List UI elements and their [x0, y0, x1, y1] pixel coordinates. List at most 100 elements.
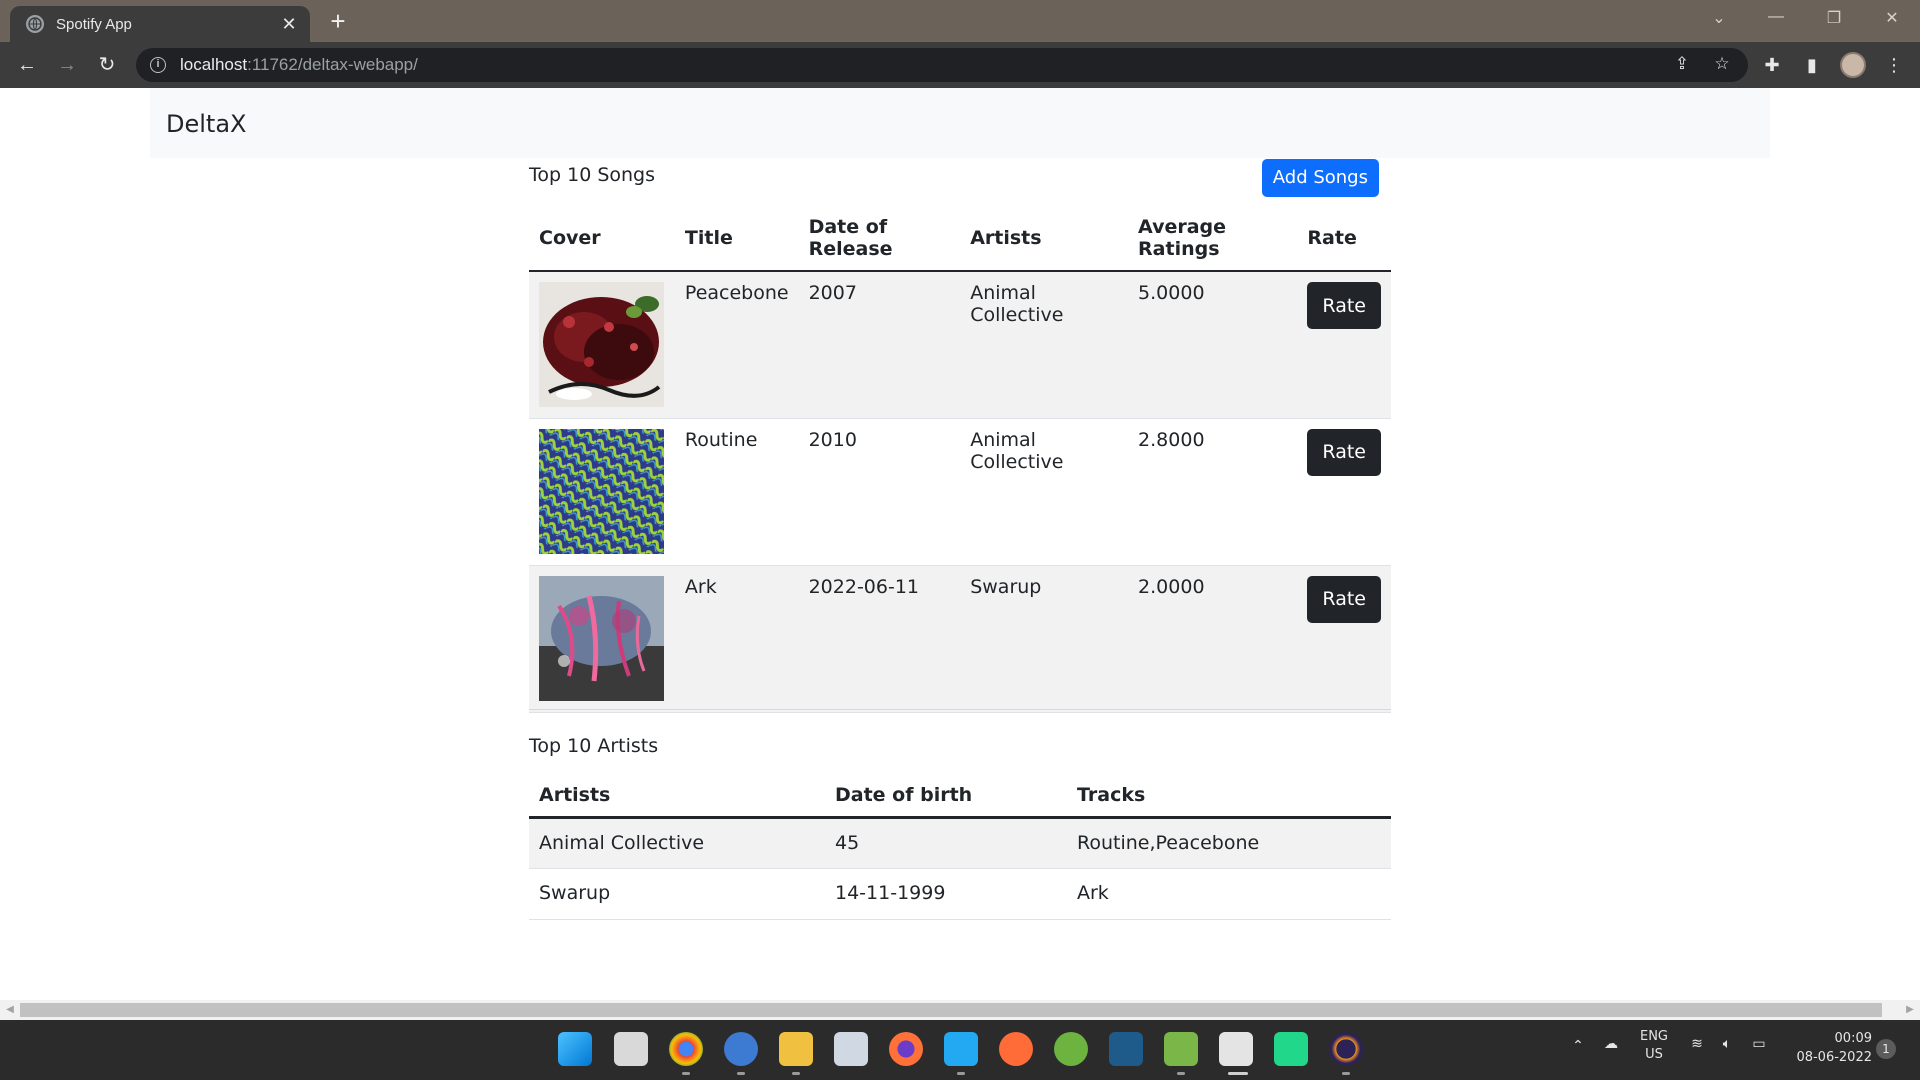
new-tab-icon[interactable]: + — [326, 8, 350, 34]
column-header: Average Ratings — [1138, 216, 1227, 260]
table-row: Animal Collective 45 Routine,Peacebone — [529, 817, 1391, 869]
firefox-icon[interactable] — [889, 1032, 923, 1066]
tab-title: Spotify App — [56, 15, 132, 33]
artist-dob: 45 — [835, 832, 860, 854]
bookmark-star-icon[interactable]: ☆ — [1710, 52, 1734, 76]
battery-icon[interactable]: ▭ — [1748, 1036, 1770, 1052]
song-artists: Animal Collective — [970, 428, 1064, 473]
url-host: localhost — [180, 55, 248, 74]
notepad-plus-icon[interactable] — [1164, 1032, 1198, 1066]
column-header: Rate — [1307, 227, 1357, 249]
share-icon[interactable]: ⇪ — [1670, 52, 1694, 76]
scroll-right-icon[interactable]: ▶ — [1902, 1003, 1918, 1017]
artist-name: Swarup — [539, 882, 611, 904]
song-artists: Animal Collective — [970, 282, 1064, 326]
rate-cell: Rate — [1297, 271, 1391, 418]
browser-tab-strip: Spotify App ✕ + ⌄ — ❐ ✕ — [0, 0, 1920, 42]
artists-section-title: Top 10 Artists — [529, 735, 659, 757]
windows-taskbar: ⌃ ☁ ENG US ≋ 🔈︎ ▭ 00:09 08-06-2022 1 — [0, 1020, 1920, 1080]
close-tab-icon[interactable]: ✕ — [280, 15, 298, 33]
rate-cell: Rate — [1297, 565, 1391, 712]
more-menu-icon[interactable]: ⋮ — [1882, 53, 1906, 77]
forward-icon[interactable]: → — [55, 53, 79, 77]
vscode-icon[interactable] — [944, 1032, 978, 1066]
chevron-down-icon[interactable]: ⌄ — [1707, 8, 1731, 32]
column-header: Date of birth — [835, 784, 973, 806]
pycharm-icon[interactable] — [1274, 1032, 1308, 1066]
windows-start-icon[interactable] — [558, 1032, 592, 1066]
add-songs-button[interactable]: Add Songs — [1261, 159, 1379, 197]
notification-badge[interactable]: 1 — [1876, 1039, 1896, 1059]
close-window-icon[interactable]: ✕ — [1880, 8, 1904, 32]
globe-icon — [26, 15, 44, 33]
song-release: 2022-06-11 — [808, 575, 920, 598]
songs-header-row: Cover Title Date of Release Artists Aver… — [529, 204, 1391, 271]
spring-tools-icon[interactable] — [1054, 1032, 1088, 1066]
table-row: Peacebone 2007 Animal Collective 5.0000 … — [529, 271, 1391, 418]
eclipse-icon[interactable] — [1329, 1032, 1363, 1066]
artist-tracks: Routine,Peacebone — [1077, 832, 1260, 854]
language-indicator[interactable]: ENG US — [1636, 1028, 1672, 1064]
url-path: :11762/deltax-webapp/ — [247, 55, 418, 74]
date-text: 08-06-2022 — [1796, 1050, 1872, 1065]
song-release: 2007 — [808, 282, 857, 304]
rate-cell: Rate — [1297, 418, 1391, 565]
task-view-icon[interactable] — [614, 1032, 648, 1066]
side-panel-icon[interactable]: ▮ — [1800, 53, 1824, 77]
artists-table: Artists Date of birth Tracks Animal Coll… — [529, 772, 1391, 920]
album-cover-image — [539, 428, 664, 554]
artist-tracks: Ark — [1077, 882, 1109, 904]
database-icon[interactable] — [834, 1032, 868, 1066]
minimize-icon[interactable]: — — [1764, 8, 1788, 32]
profile-avatar[interactable] — [1840, 52, 1866, 78]
snipping-tool-icon[interactable] — [1219, 1032, 1253, 1066]
section-divider — [529, 709, 1391, 710]
region-code: US — [1645, 1047, 1663, 1062]
file-explorer-icon[interactable] — [779, 1032, 813, 1066]
reload-icon[interactable]: ↻ — [95, 53, 119, 77]
chrome-icon[interactable] — [669, 1032, 703, 1066]
clock[interactable]: 00:09 08-06-2022 — [1782, 1029, 1872, 1067]
cloud-icon[interactable]: ☁ — [1600, 1036, 1622, 1052]
rate-button[interactable]: Rate — [1307, 282, 1381, 329]
column-header: Title — [684, 227, 733, 249]
postman-icon[interactable] — [999, 1032, 1033, 1066]
song-rating: 2.8000 — [1138, 428, 1205, 451]
qbittorrent-icon[interactable] — [724, 1032, 758, 1066]
song-title: Ark — [684, 575, 717, 598]
song-title: Routine — [684, 428, 758, 451]
column-header: Tracks — [1077, 784, 1146, 806]
volume-icon[interactable]: 🔈︎ — [1716, 1036, 1738, 1052]
song-artists: Swarup — [970, 575, 1042, 598]
scrollbar-thumb[interactable] — [20, 1003, 1882, 1017]
back-icon[interactable]: ← — [15, 53, 39, 77]
song-title: Peacebone — [684, 282, 789, 304]
rate-button[interactable]: Rate — [1307, 428, 1381, 476]
extensions-icon[interactable]: ✚ — [1760, 53, 1784, 77]
cover-cell — [529, 565, 675, 712]
rate-button[interactable]: Rate — [1307, 575, 1381, 623]
language-code: ENG — [1639, 1029, 1668, 1044]
address-bar[interactable]: i localhost:11762/deltax-webapp/ — [136, 48, 1748, 82]
site-info-icon[interactable]: i — [150, 57, 166, 73]
running-indicator — [1342, 1072, 1350, 1075]
song-rating: 2.0000 — [1138, 575, 1205, 598]
table-row: Swarup 14-11-1999 Ark — [529, 869, 1391, 920]
songs-table: Cover Title Date of Release Artists Aver… — [529, 204, 1391, 713]
album-cover-image — [539, 575, 664, 701]
scroll-left-icon[interactable]: ◀ — [2, 1003, 18, 1017]
column-header: Cover — [539, 227, 601, 249]
table-row: Ark 2022-06-11 Swarup 2.0000 Rate — [529, 565, 1391, 712]
mysql-workbench-icon[interactable] — [1109, 1032, 1143, 1066]
wifi-icon[interactable]: ≋ — [1686, 1036, 1708, 1052]
app-navbar: DeltaX — [150, 88, 1770, 158]
artist-dob: 14-11-1999 — [835, 882, 946, 904]
brand-logo[interactable]: DeltaX — [166, 110, 246, 138]
restore-icon[interactable]: ❐ — [1822, 8, 1846, 32]
horizontal-scrollbar[interactable]: ◀ ▶ — [0, 1000, 1920, 1020]
song-release: 2010 — [808, 428, 857, 451]
table-row: Routine 2010 Animal Collective 2.8000 Ra… — [529, 418, 1391, 565]
active-indicator — [1228, 1072, 1248, 1075]
browser-tab[interactable]: Spotify App ✕ — [10, 6, 310, 42]
chevron-up-icon[interactable]: ⌃ — [1568, 1038, 1588, 1054]
